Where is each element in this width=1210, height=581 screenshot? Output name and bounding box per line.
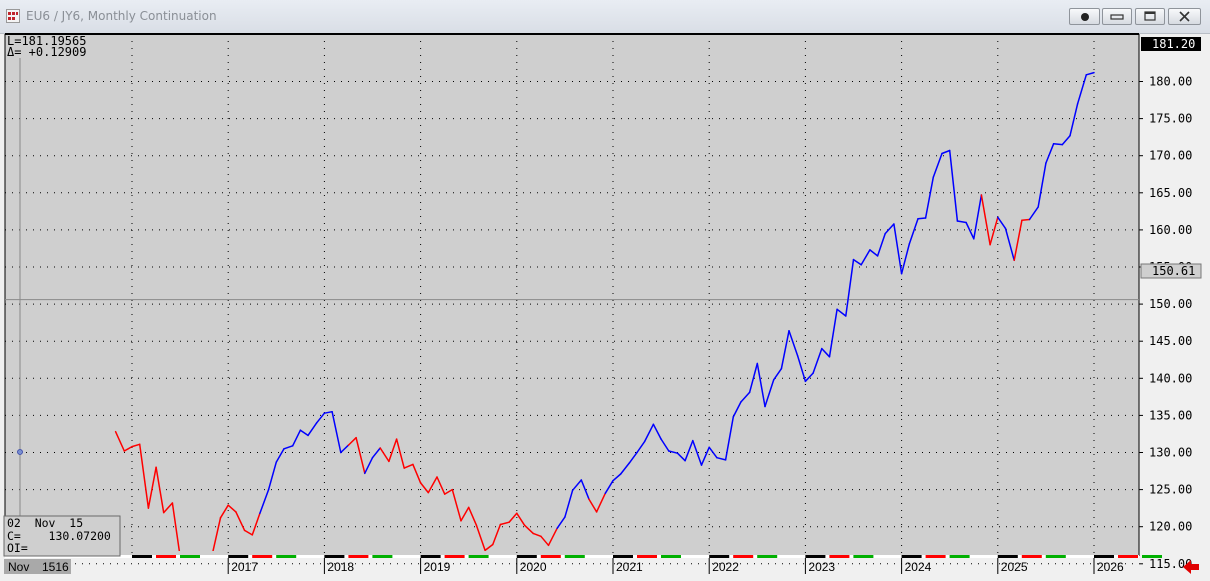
x-axis-segment — [997, 555, 1018, 558]
x-axis-segment — [180, 555, 200, 558]
y-tick-label: 130.00 — [1149, 446, 1192, 460]
x-axis-segment — [613, 555, 633, 558]
restore-icon — [1144, 11, 1156, 21]
x-axis-segment — [925, 555, 946, 558]
x-axis-segment — [853, 555, 874, 558]
x-axis-segment — [156, 555, 176, 558]
x-tick-label: 1516 — [42, 560, 69, 574]
minimize-icon — [1110, 14, 1124, 20]
x-axis-segment — [252, 555, 273, 558]
crosshair-price-label: 150.61 — [1140, 263, 1202, 279]
restore-button[interactable] — [1135, 8, 1165, 25]
close-button[interactable] — [1168, 8, 1201, 25]
y-axis: 115.00120.00125.00130.00135.00140.00145.… — [1139, 75, 1192, 571]
x-axis-segment — [372, 555, 393, 558]
x-axis-segment — [1045, 555, 1066, 558]
x-axis-segment — [564, 555, 585, 558]
last-price-text: 181.20 — [1152, 37, 1195, 51]
x-axis-segment — [348, 555, 369, 558]
x-tick-label: 2025 — [1001, 560, 1028, 574]
x-tick-label: 2026 — [1097, 560, 1124, 574]
x-axis-segment — [444, 555, 465, 558]
x-axis-segment — [1021, 555, 1042, 558]
plot-background — [5, 34, 1139, 556]
price-segment — [204, 556, 212, 578]
record-button[interactable] — [1069, 8, 1100, 25]
cursor-marker — [17, 449, 23, 455]
x-axis-segment — [516, 555, 537, 558]
y-tick-label: 170.00 — [1149, 149, 1192, 163]
y-tick-label: 150.00 — [1149, 297, 1192, 311]
y-tick-label: 145.00 — [1149, 334, 1192, 348]
chart-area[interactable]: 115.00 120.00 125.00 130.00 135.00 140.00 145.… — [0, 33, 1210, 581]
y-tick-label: 165.00 — [1149, 186, 1192, 200]
price-segment — [1021, 218, 1031, 222]
x-tick-label: 2019 — [424, 560, 451, 574]
x-axis-segment — [324, 555, 345, 558]
x-axis-segment — [901, 555, 922, 558]
cursor-info-box: 02 Nov 15 C= 130.07200 OI= — [3, 515, 121, 557]
price-segment — [917, 217, 927, 220]
y-tick-label: 175.00 — [1149, 112, 1192, 126]
x-tick-label: 2020 — [520, 560, 547, 574]
x-tick-label: Nov — [8, 560, 29, 574]
y-tick-label: 120.00 — [1149, 520, 1192, 534]
price-chart[interactable]: 115.00120.00125.00130.00135.00140.00145.… — [0, 33, 1210, 581]
app-icon — [6, 9, 20, 23]
x-axis-segment — [829, 555, 850, 558]
price-segment — [1052, 143, 1064, 146]
x-axis-segment — [637, 555, 657, 558]
x-axis: Nov 1516 2017 2018 2019 2020 2021 2022 2023 2024 2… — [4, 555, 1162, 574]
x-tick-label: 2021 — [616, 560, 643, 574]
x-tick-label: 2023 — [808, 560, 835, 574]
record-icon — [1081, 13, 1089, 21]
close-icon — [1179, 11, 1190, 22]
window-title: EU6 / JY6, Monthly Continuation — [26, 9, 217, 23]
x-axis-segment — [1118, 555, 1138, 558]
x-tick-label: 2017 — [231, 560, 258, 574]
readout-delta: Δ= +0.12909 — [7, 45, 86, 59]
x-axis-segment — [420, 555, 441, 558]
x-tick-label: 2024 — [905, 560, 932, 574]
y-tick-label: 125.00 — [1149, 483, 1192, 497]
last-price-label: 181.20 — [1141, 37, 1201, 51]
price-segment — [180, 556, 188, 581]
y-tick-label: 160.00 — [1149, 223, 1192, 237]
y-tick-label: 140.00 — [1149, 371, 1192, 385]
x-axis-segment — [709, 555, 730, 558]
minimize-button[interactable] — [1102, 8, 1132, 25]
y-tick-label: 135.00 — [1149, 408, 1192, 422]
cursor-oi: OI= — [7, 541, 28, 555]
crosshair-price-text: 150.61 — [1152, 264, 1195, 278]
x-tick-label: 2022 — [712, 560, 739, 574]
x-axis-segment — [276, 555, 297, 558]
x-axis-segment — [661, 555, 681, 558]
title-bar: EU6 / JY6, Monthly Continuation — [0, 0, 1210, 34]
x-axis-segment — [132, 555, 152, 558]
x-axis-segment — [757, 555, 778, 558]
y-tick-label: 180.00 — [1149, 75, 1192, 89]
x-axis-segment — [1094, 555, 1114, 558]
cursor-date: 02 Nov 15 — [7, 516, 83, 530]
x-axis-segment — [540, 555, 561, 558]
x-axis-segment — [733, 555, 754, 558]
x-axis-segment — [1142, 555, 1162, 558]
x-axis-segment — [228, 555, 249, 558]
x-axis-segment — [949, 555, 970, 558]
x-tick-label: 2018 — [327, 560, 354, 574]
x-axis-segment — [468, 555, 489, 558]
x-axis-segment — [805, 555, 826, 558]
